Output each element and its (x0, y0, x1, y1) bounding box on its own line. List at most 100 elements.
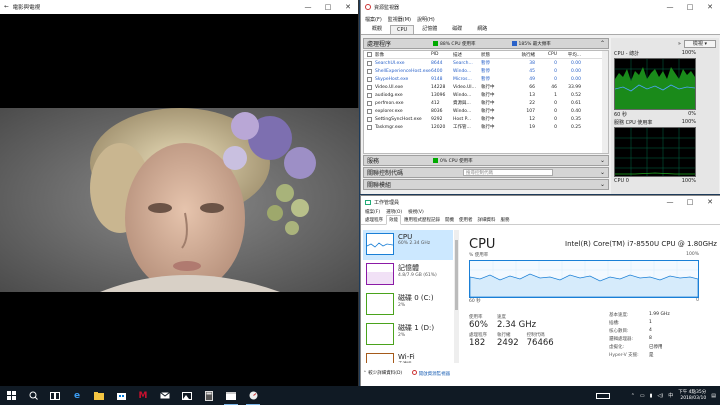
clock[interactable]: 下午 4點35分 2018/03/10 (678, 390, 706, 402)
perf-sidebar-item[interactable]: Wi-Fi未連線 (363, 350, 453, 363)
minimize-button[interactable]: — (298, 0, 318, 14)
resmon-icon[interactable] (242, 386, 264, 405)
col-threads[interactable]: 執行緒 (513, 52, 536, 58)
select-all-checkbox[interactable] (367, 52, 372, 57)
mail-icon[interactable] (154, 386, 176, 405)
tm-menu-file[interactable]: 檔案(F) (365, 209, 380, 215)
expand-icon[interactable]: » (678, 41, 681, 47)
edge-icon[interactable]: e (66, 386, 88, 405)
sidebar-scrollbar[interactable] (454, 230, 459, 363)
battery-icon[interactable]: ▮ (650, 393, 653, 399)
video-frame[interactable] (0, 108, 359, 292)
perf-sidebar-item[interactable]: 磁碟 0 (C:) 2% (363, 290, 453, 320)
view-button[interactable]: 檢視 ▾ (683, 39, 716, 48)
menu-file[interactable]: 檔案(F) (365, 16, 382, 23)
input-language[interactable]: 中 (668, 392, 673, 399)
process-table-scrollbar[interactable] (602, 51, 608, 153)
chevron-up-icon[interactable]: ⌃ (631, 393, 635, 399)
process-checkbox[interactable] (367, 108, 372, 114)
process-image: explorer.exe (375, 108, 403, 114)
modules-section-header[interactable]: 關聯模組 ⌄ (363, 179, 609, 190)
back-icon[interactable]: ← (4, 4, 9, 10)
process-checkbox[interactable] (367, 92, 372, 98)
process-checkbox[interactable] (367, 76, 372, 82)
perf-sidebar-item[interactable]: 記憶體 4.8/7.9 GB (61%) (363, 260, 453, 290)
movies-icon[interactable] (220, 386, 242, 405)
resmon-close-button[interactable]: ✕ (700, 0, 720, 14)
handles-section-header[interactable]: 關聯控制代碼 搜尋控制代碼 ⌄ (363, 167, 609, 178)
mail-glyph (160, 392, 170, 399)
process-row[interactable]: audiodg.exe 13096 Windo... 執行中 13 1 0.52 (364, 91, 608, 99)
calculator-icon[interactable] (198, 386, 220, 405)
process-row[interactable]: perfmon.exe 412 資源與... 執行中 22 0 0.61 (364, 99, 608, 107)
process-row[interactable]: explorer.exe 8036 Windo... 執行中 107 0 0.40 (364, 107, 608, 115)
tab-users[interactable]: 使用者 (457, 216, 475, 224)
network-icon[interactable]: ▭ (640, 393, 645, 399)
tab-details[interactable]: 詳細資料 (476, 216, 498, 224)
handles-search-input[interactable]: 搜尋控制代碼 (463, 169, 553, 176)
process-row[interactable]: ShellExperienceHost.exe 6400 Windo... 暫停 45 0… (364, 67, 608, 75)
keyboard-icon[interactable] (595, 392, 610, 399)
chevron-down-icon[interactable]: ⌄ (600, 181, 605, 188)
tab-app-history[interactable]: 應用程式歷程記錄 (402, 216, 442, 224)
maximize-button[interactable]: □ (318, 0, 338, 14)
col-cpu[interactable]: CPU (535, 52, 557, 57)
resmon-minimize-button[interactable]: — (660, 0, 680, 14)
process-checkbox[interactable] (367, 124, 372, 130)
chevron-down-icon[interactable]: ⌄ (600, 157, 605, 164)
folder-glyph (94, 391, 104, 400)
file-explorer-icon[interactable] (88, 386, 110, 405)
windows-start-icon[interactable] (0, 386, 22, 405)
tab-processes[interactable]: 處理程序 (363, 216, 385, 224)
photos-icon[interactable] (176, 386, 198, 405)
tab-startup[interactable]: 開機 (443, 216, 456, 224)
processes-section-header[interactable]: 處理程序 88% CPU 使用率 185% 最大頻率 ⌃ (363, 38, 609, 49)
open-resmon-link[interactable]: 開啟資源監視器 (412, 369, 450, 377)
chevron-up-icon[interactable]: ⌃ (600, 40, 605, 47)
tm-menu-view[interactable]: 檢視(V) (408, 209, 424, 215)
taskmgr-close-button[interactable]: ✕ (700, 195, 720, 209)
col-image[interactable]: 影像 (375, 52, 431, 58)
process-row[interactable]: Taskmgr.exe 12020 工作管... 執行中 19 0 0.25 (364, 123, 608, 131)
process-row[interactable]: SearchUI.exe 8644 Search... 暫停 38 0 0.00 (364, 59, 608, 67)
sidebar-scroll-thumb[interactable] (455, 240, 458, 310)
services-section-header[interactable]: 服務 0% CPU 使用率 ⌄ (363, 155, 609, 166)
col-desc[interactable]: 描述 (453, 52, 481, 58)
col-avg[interactable]: 平均... (557, 52, 581, 58)
chevron-down-icon[interactable]: ⌄ (600, 169, 605, 176)
tab-performance[interactable]: 效能 (386, 215, 401, 225)
fewer-details-link[interactable]: ⌃ 較少詳細資料(D) (363, 370, 402, 376)
menu-monitor[interactable]: 監視器(M) (388, 16, 411, 23)
close-button[interactable]: ✕ (338, 0, 358, 14)
process-checkbox[interactable] (367, 100, 372, 106)
search-icon[interactable] (22, 386, 44, 405)
tab-overview[interactable]: 概觀 (365, 23, 389, 34)
process-row[interactable]: SkypeHost.exe 9148 Micros... 暫停 49 0 0.00 (364, 75, 608, 83)
tab-memory[interactable]: 記憶體 (415, 23, 444, 34)
tab-cpu[interactable]: CPU (390, 25, 415, 34)
tab-disk[interactable]: 磁碟 (445, 23, 469, 34)
tab-network[interactable]: 網路 (470, 23, 494, 34)
process-row[interactable]: SettingSyncHost.exe 9292 Host P... 執行中 12 0 0.… (364, 115, 608, 123)
perf-sidebar-item[interactable]: 磁碟 1 (D:) 2% (363, 320, 453, 350)
task-view-icon[interactable] (44, 386, 66, 405)
action-center-icon[interactable]: ▤ (711, 393, 716, 399)
process-checkbox[interactable] (367, 84, 372, 90)
volume-icon[interactable]: ◁) (657, 393, 663, 399)
col-pid[interactable]: PID (431, 52, 453, 57)
process-checkbox[interactable] (367, 68, 372, 74)
tab-services[interactable]: 服務 (499, 216, 512, 224)
taskmgr-minimize-button[interactable]: — (660, 195, 680, 209)
search-glyph (29, 391, 38, 400)
process-pid: 14228 (431, 84, 446, 90)
process-checkbox[interactable] (367, 60, 372, 66)
store-icon[interactable] (110, 386, 132, 405)
resmon-maximize-button[interactable]: □ (680, 0, 700, 14)
menu-help[interactable]: 說明(H) (417, 16, 435, 23)
col-state[interactable]: 狀態 (481, 52, 513, 58)
taskmgr-maximize-button[interactable]: □ (680, 195, 700, 209)
mcafee-icon[interactable]: M (132, 386, 154, 405)
process-checkbox[interactable] (367, 116, 372, 122)
process-row[interactable]: Video.UI.exe 14228 Video.UI... 執行中 66 46 33.99 (364, 83, 608, 91)
perf-sidebar-item[interactable]: CPU 60% 2.34 GHz (363, 230, 453, 260)
